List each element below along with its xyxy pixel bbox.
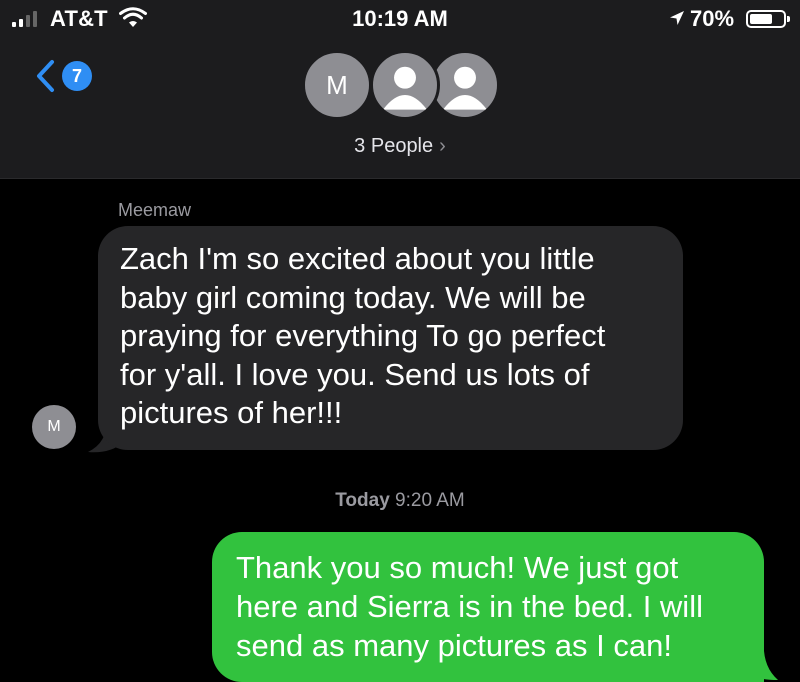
timestamp-time: 9:20 AM [395, 490, 465, 511]
outgoing-message-bubble[interactable]: Thank you so much! We just got here and … [212, 532, 764, 682]
message-timestamp: Today 9:20 AM [0, 490, 800, 512]
sender-name: Meemaw [118, 200, 192, 220]
outgoing-message-text: Thank you so much! We just got here and … [236, 550, 703, 663]
chevron-right-icon: › [439, 135, 446, 157]
sender-avatar[interactable]: M [32, 405, 76, 449]
people-count-label: 3 People [354, 135, 434, 157]
location-arrow-icon [670, 11, 684, 25]
chevron-left-icon [37, 60, 54, 92]
battery-icon [746, 10, 790, 28]
timestamp-day: Today [335, 490, 390, 511]
back-button[interactable]: 7 [34, 58, 92, 94]
group-avatars[interactable]: M [302, 50, 502, 120]
messages-screen: AT&T 10:19 AM 70% 7 M 3 People › Meemaw … [0, 0, 800, 682]
incoming-message-text: Zach I'm so excited about you little bab… [120, 241, 606, 430]
person-placeholder-icon [370, 50, 440, 120]
battery-percentage: 70% [690, 6, 735, 31]
person-placeholder-icon [430, 50, 500, 120]
conversation-header: AT&T 10:19 AM 70% 7 M 3 People › [0, 0, 800, 179]
avatar-m: M [302, 50, 372, 120]
unread-count-badge: 7 [62, 61, 92, 91]
group-details-link[interactable]: 3 People › [0, 135, 800, 158]
incoming-message-bubble[interactable]: Zach I'm so excited about you little bab… [98, 226, 683, 450]
status-bar: AT&T 10:19 AM 70% [0, 0, 800, 36]
